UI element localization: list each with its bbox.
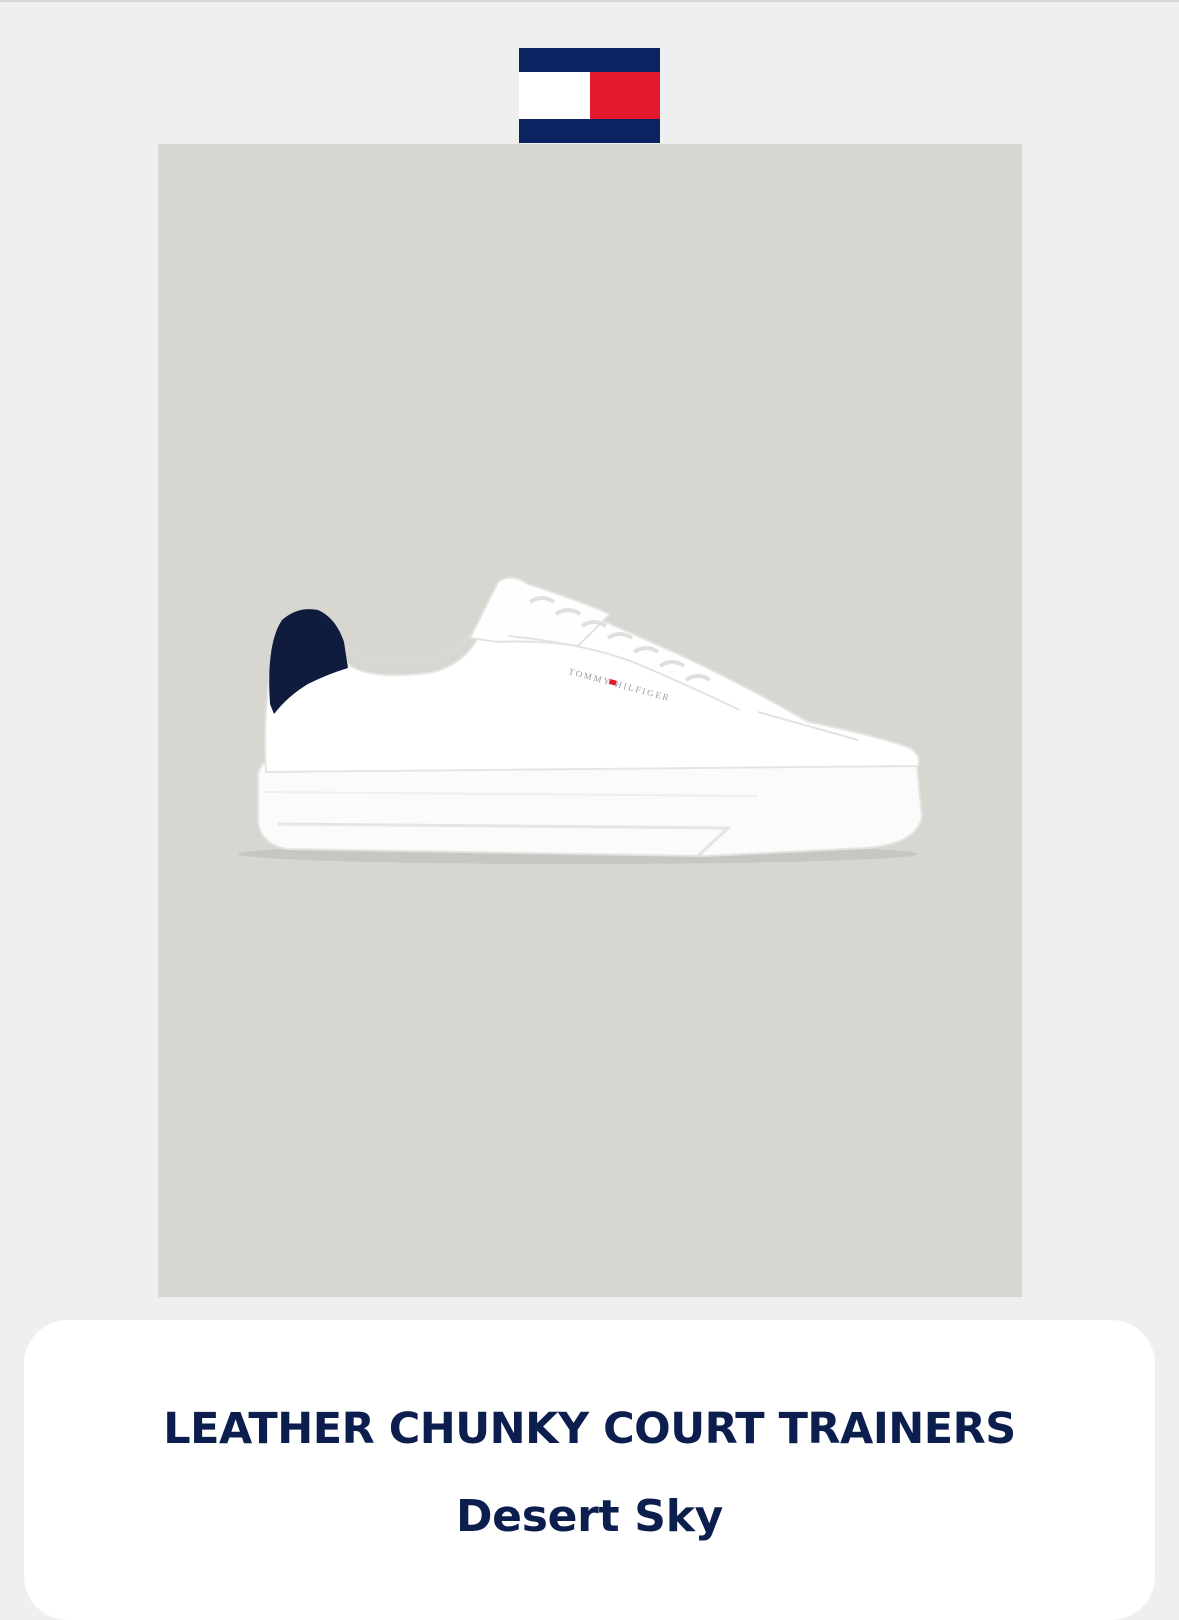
product-info-card: LEATHER CHUNKY COURT TRAINERS Desert Sky [24,1320,1155,1620]
top-divider [0,0,1179,2]
product-color-name: Desert Sky [455,1491,724,1542]
product-title: LEATHER CHUNKY COURT TRAINERS [163,1404,1016,1454]
product-image[interactable]: TOMMY HILFIGER [158,144,1022,1297]
white-sneaker-image: TOMMY HILFIGER [238,576,924,864]
tommy-hilfiger-flag-icon [519,48,660,143]
